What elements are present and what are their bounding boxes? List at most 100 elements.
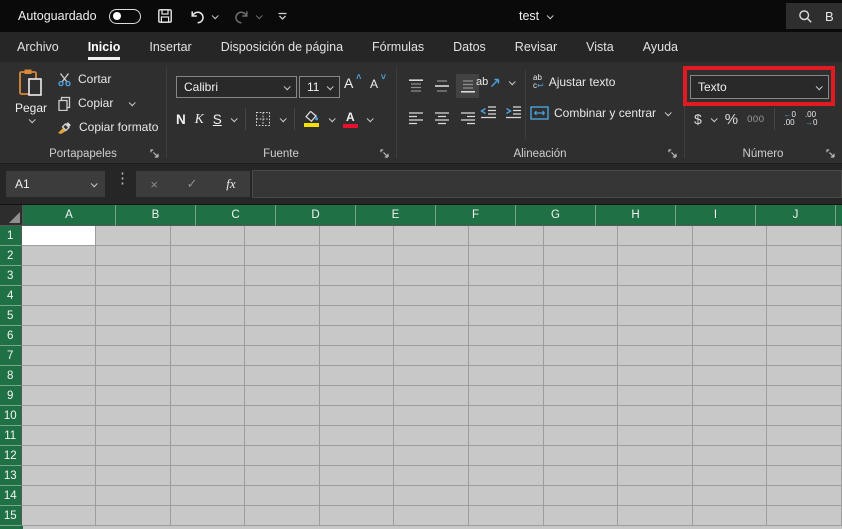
cell-G8[interactable]	[469, 366, 544, 386]
undo-dropdown[interactable]	[211, 11, 219, 19]
cell-E6[interactable]	[319, 326, 395, 346]
cell-A11[interactable]	[21, 426, 97, 446]
cell-B15[interactable]	[96, 506, 171, 526]
tab-ayuda[interactable]: Ayuda	[643, 32, 678, 62]
cell-J3[interactable]	[692, 266, 768, 286]
undo-button[interactable]	[189, 9, 206, 24]
tab-vista[interactable]: Vista	[586, 32, 614, 62]
row-header-15[interactable]: 15	[0, 506, 22, 526]
cell-I9[interactable]	[618, 386, 693, 406]
cell-partial[interactable]	[767, 386, 842, 406]
cell-partial[interactable]	[767, 446, 842, 466]
cell-H9[interactable]	[543, 386, 619, 406]
cell-F1[interactable]	[394, 226, 470, 246]
cell-partial[interactable]	[767, 506, 842, 526]
tab-inicio[interactable]: Inicio	[87, 32, 120, 62]
row-header-9[interactable]: 9	[0, 386, 22, 406]
cell-A2[interactable]	[21, 246, 97, 266]
cell-E2[interactable]	[319, 246, 395, 266]
cell-H11[interactable]	[543, 426, 619, 446]
cancel-button[interactable]: ×	[150, 177, 158, 192]
cell-E10[interactable]	[319, 406, 395, 426]
cell-A14[interactable]	[21, 486, 97, 506]
percent-format-button[interactable]: %	[725, 111, 738, 128]
increase-decimal-button[interactable]: ←0 .00	[784, 110, 796, 128]
fill-color-dropdown-icon[interactable]	[328, 114, 336, 122]
cell-A9[interactable]	[21, 386, 97, 406]
cell-partial[interactable]	[767, 346, 842, 366]
underline-button[interactable]: S	[213, 112, 222, 127]
cell-I15[interactable]	[618, 506, 693, 526]
cell-A1[interactable]	[21, 226, 97, 246]
column-header-I[interactable]: I	[676, 205, 756, 226]
decrease-decimal-button[interactable]: .00 →0	[805, 110, 817, 128]
cell-H1[interactable]	[543, 226, 619, 246]
cell-E14[interactable]	[319, 486, 395, 506]
cell-J15[interactable]	[692, 506, 768, 526]
cell-B4[interactable]	[96, 286, 171, 306]
cell-I10[interactable]	[618, 406, 693, 426]
alignment-dialog-launcher[interactable]	[668, 149, 677, 158]
cell-F12[interactable]	[394, 446, 470, 466]
font-size-combo[interactable]: 11	[299, 76, 340, 98]
cell-J2[interactable]	[692, 246, 768, 266]
cell-G12[interactable]	[469, 446, 544, 466]
cut-button[interactable]: Cortar	[57, 69, 158, 89]
cell-I12[interactable]	[618, 446, 693, 466]
clipboard-dialog-launcher[interactable]	[150, 149, 159, 158]
cell-H3[interactable]	[543, 266, 619, 286]
cell-D4[interactable]	[245, 286, 320, 306]
row-header-3[interactable]: 3	[0, 266, 22, 286]
cell-B9[interactable]	[96, 386, 171, 406]
cell-G3[interactable]	[469, 266, 544, 286]
cell-F10[interactable]	[394, 406, 470, 426]
increase-indent-button[interactable]	[505, 106, 522, 119]
cell-C11[interactable]	[170, 426, 246, 446]
cell-G1[interactable]	[469, 226, 544, 246]
cell-F7[interactable]	[394, 346, 470, 366]
cell-D14[interactable]	[245, 486, 320, 506]
cell-C3[interactable]	[170, 266, 246, 286]
cell-partial[interactable]	[767, 466, 842, 486]
cell-F8[interactable]	[394, 366, 470, 386]
cell-partial[interactable]	[767, 286, 842, 306]
tab-insertar[interactable]: Insertar	[149, 32, 191, 62]
cell-E12[interactable]	[319, 446, 395, 466]
cell-B6[interactable]	[96, 326, 171, 346]
merge-center-button[interactable]: Combinar y centrar	[530, 106, 672, 120]
align-right-button[interactable]	[456, 106, 479, 130]
cell-B12[interactable]	[96, 446, 171, 466]
customize-qat-button[interactable]	[277, 12, 288, 21]
cell-I6[interactable]	[618, 326, 693, 346]
cell-B1[interactable]	[96, 226, 171, 246]
cell-partial[interactable]	[767, 426, 842, 446]
tab-archivo[interactable]: Archivo	[17, 32, 59, 62]
cell-A5[interactable]	[21, 306, 97, 326]
increase-font-size-button[interactable]: A ˄	[344, 72, 361, 93]
cell-J14[interactable]	[692, 486, 768, 506]
cell-G10[interactable]	[469, 406, 544, 426]
cell-C10[interactable]	[170, 406, 246, 426]
cell-C5[interactable]	[170, 306, 246, 326]
cell-I5[interactable]	[618, 306, 693, 326]
cell-partial[interactable]	[767, 226, 842, 246]
cell-A7[interactable]	[21, 346, 97, 366]
font-dialog-launcher[interactable]	[380, 149, 389, 158]
redo-dropdown[interactable]	[255, 11, 263, 19]
row-header-13[interactable]: 13	[0, 466, 22, 486]
align-top-button[interactable]	[404, 74, 427, 98]
cell-I1[interactable]	[618, 226, 693, 246]
cell-F13[interactable]	[394, 466, 470, 486]
cell-A8[interactable]	[21, 366, 97, 386]
cell-G13[interactable]	[469, 466, 544, 486]
cell-J7[interactable]	[692, 346, 768, 366]
row-header-8[interactable]: 8	[0, 366, 22, 386]
cell-F2[interactable]	[394, 246, 470, 266]
cell-D8[interactable]	[245, 366, 320, 386]
cell-B10[interactable]	[96, 406, 171, 426]
cell-H4[interactable]	[543, 286, 619, 306]
column-header-F[interactable]: F	[436, 205, 516, 226]
cell-H8[interactable]	[543, 366, 619, 386]
cell-J13[interactable]	[692, 466, 768, 486]
row-header-12[interactable]: 12	[0, 446, 22, 466]
